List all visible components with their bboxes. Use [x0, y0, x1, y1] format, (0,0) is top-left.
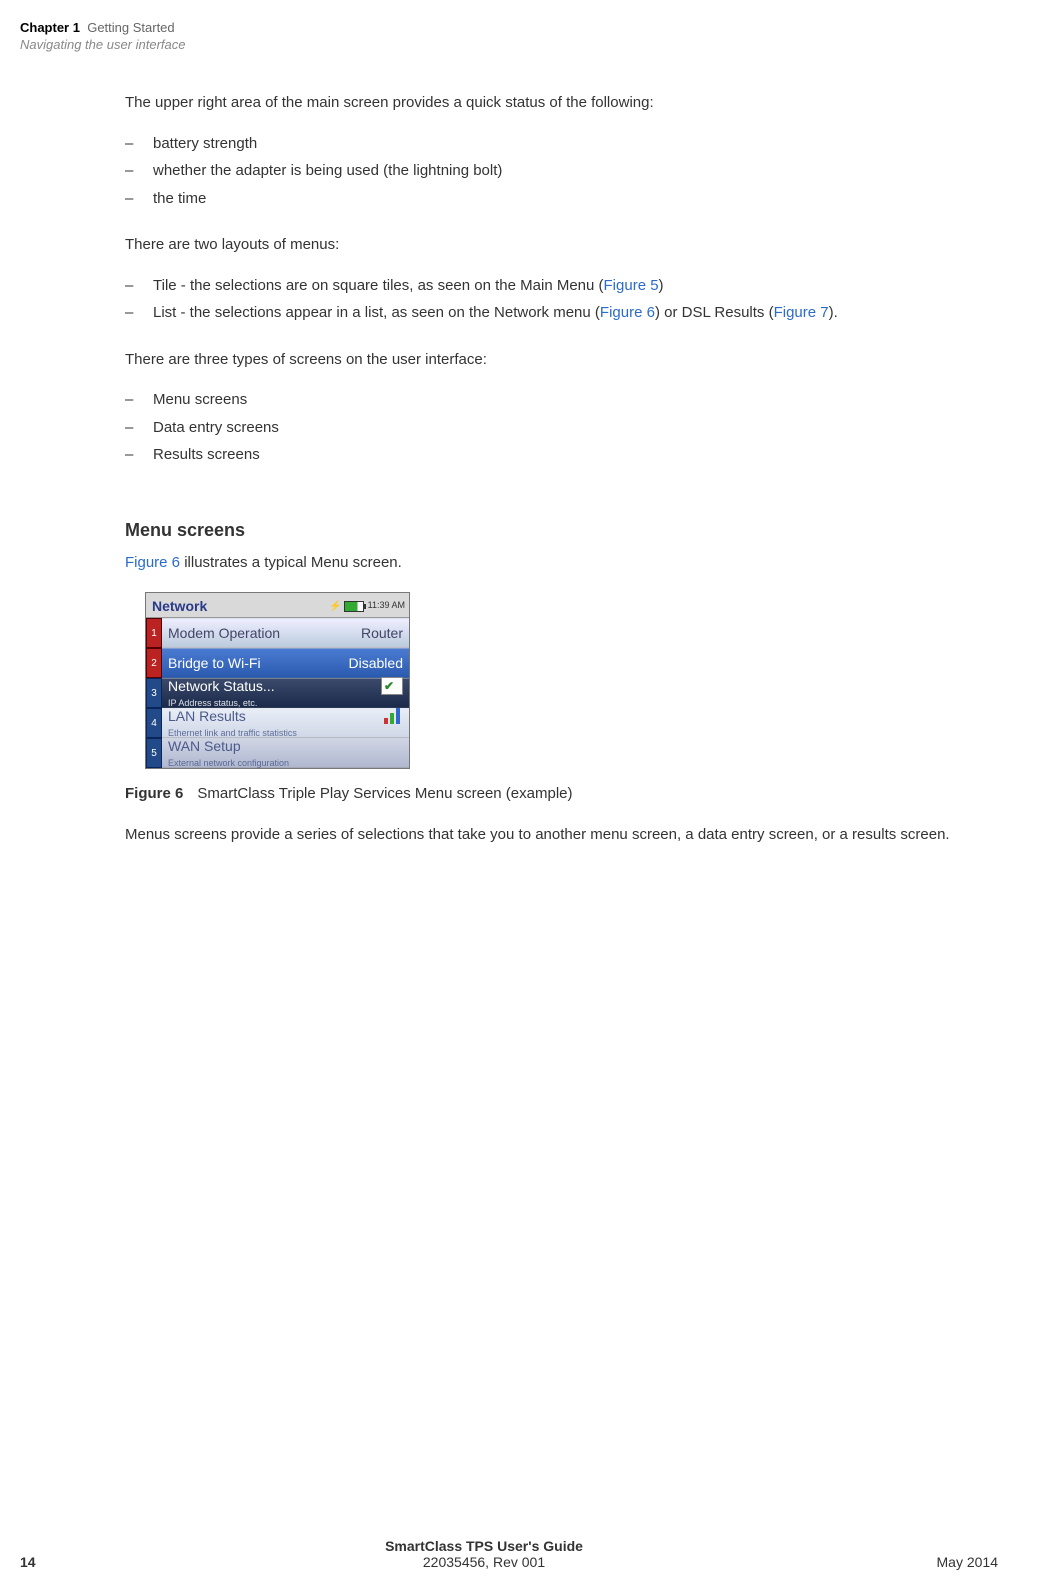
row-label: WAN Setup — [168, 736, 241, 757]
device-menu-row[interactable]: 5WAN SetupExternal network configuration — [146, 738, 409, 768]
figure: Network ⚡ 11:39 AM 1 Modem Operation Route… — [145, 592, 998, 769]
row-number: 1 — [146, 618, 162, 648]
row-cell: Network Status...IP Address status, etc. — [162, 678, 409, 708]
figure-link[interactable]: Figure 6 — [600, 304, 655, 321]
lightning-icon: ⚡ — [329, 599, 341, 614]
device-screenshot: Network ⚡ 11:39 AM 1 Modem Operation Route… — [145, 592, 410, 769]
list-item: Tile - the selections are on square tile… — [125, 275, 998, 298]
footer-title: SmartClass TPS User's Guide — [385, 1538, 583, 1554]
footer-date: May 2014 — [898, 1554, 998, 1570]
row-label: Modem Operation — [168, 623, 280, 644]
list-item: Data entry screens — [125, 417, 998, 440]
status-list: battery strength whether the adapter is … — [125, 133, 998, 211]
list-item: battery strength — [125, 133, 998, 156]
device-menu-row[interactable]: 3Network Status...IP Address status, etc… — [146, 678, 409, 708]
row-cell: Modem Operation Router — [162, 618, 409, 648]
layouts-intro: There are two layouts of menus: — [125, 234, 998, 257]
row-number: 3 — [146, 678, 162, 708]
device-menu-row[interactable]: 2 Bridge to Wi-Fi Disabled — [146, 648, 409, 678]
device-time: 11:39 AM — [368, 599, 405, 613]
chapter-header: Chapter 1 Getting Started — [20, 20, 998, 35]
list-item: the time — [125, 188, 998, 211]
check-icon — [381, 677, 403, 695]
figure-label: Figure 6 — [125, 785, 183, 802]
screen-types-intro: There are three types of screens on the … — [125, 349, 998, 372]
row-label: Network Status... — [168, 676, 275, 697]
figure-link[interactable]: Figure 5 — [604, 277, 659, 294]
list-item: whether the adapter is being used (the l… — [125, 160, 998, 183]
row-number: 2 — [146, 648, 162, 678]
device-title-bar: Network ⚡ 11:39 AM — [146, 593, 409, 618]
intro-paragraph: The upper right area of the main screen … — [125, 92, 998, 115]
row-label: Bridge to Wi-Fi — [168, 653, 261, 674]
bar-chart-icon — [381, 707, 403, 725]
closing-paragraph: Menus screens provide a series of select… — [125, 824, 998, 847]
row-number: 5 — [146, 738, 162, 768]
screen-types-list: Menu screens Data entry screens Results … — [125, 389, 998, 467]
layouts-list: Tile - the selections are on square tile… — [125, 275, 998, 325]
page-number: 14 — [20, 1554, 70, 1570]
device-title: Network — [152, 596, 207, 617]
figure-caption-text: SmartClass Triple Play Services Menu scr… — [197, 785, 572, 802]
row-value: Router — [361, 623, 403, 644]
row-cell: WAN SetupExternal network configuration — [162, 738, 409, 768]
row-cell: LAN ResultsEthernet link and traffic sta… — [162, 708, 409, 738]
row-cell: Bridge to Wi-Fi Disabled — [162, 648, 409, 678]
page-footer: 14 SmartClass TPS User's Guide 22035456,… — [20, 1538, 998, 1570]
chapter-subtitle: Navigating the user interface — [20, 37, 998, 52]
list-item: Results screens — [125, 444, 998, 467]
row-label: LAN Results — [168, 706, 246, 727]
list-item: Menu screens — [125, 389, 998, 412]
footer-doc: 22035456, Rev 001 — [423, 1554, 545, 1570]
device-menu-row[interactable]: 4LAN ResultsEthernet link and traffic st… — [146, 708, 409, 738]
footer-center: SmartClass TPS User's Guide 22035456, Re… — [70, 1538, 898, 1570]
figure-caption: Figure 6 SmartClass Triple Play Services … — [125, 783, 998, 806]
list-item: List - the selections appear in a list, … — [125, 302, 998, 325]
figure-link[interactable]: Figure 6 — [125, 554, 180, 571]
battery-icon — [344, 601, 364, 612]
chapter-title: Getting Started — [87, 20, 174, 35]
chapter-label: Chapter 1 — [20, 20, 80, 35]
row-subtitle: External network configuration — [168, 757, 403, 771]
row-value: Disabled — [349, 653, 403, 674]
row-number: 4 — [146, 708, 162, 738]
menu-intro: Figure 6 illustrates a typical Menu scre… — [125, 552, 998, 575]
section-heading: Menu screens — [125, 517, 998, 544]
device-menu-row[interactable]: 1 Modem Operation Router — [146, 618, 409, 648]
device-status-area: ⚡ 11:39 AM — [329, 599, 405, 614]
figure-link[interactable]: Figure 7 — [774, 304, 829, 321]
